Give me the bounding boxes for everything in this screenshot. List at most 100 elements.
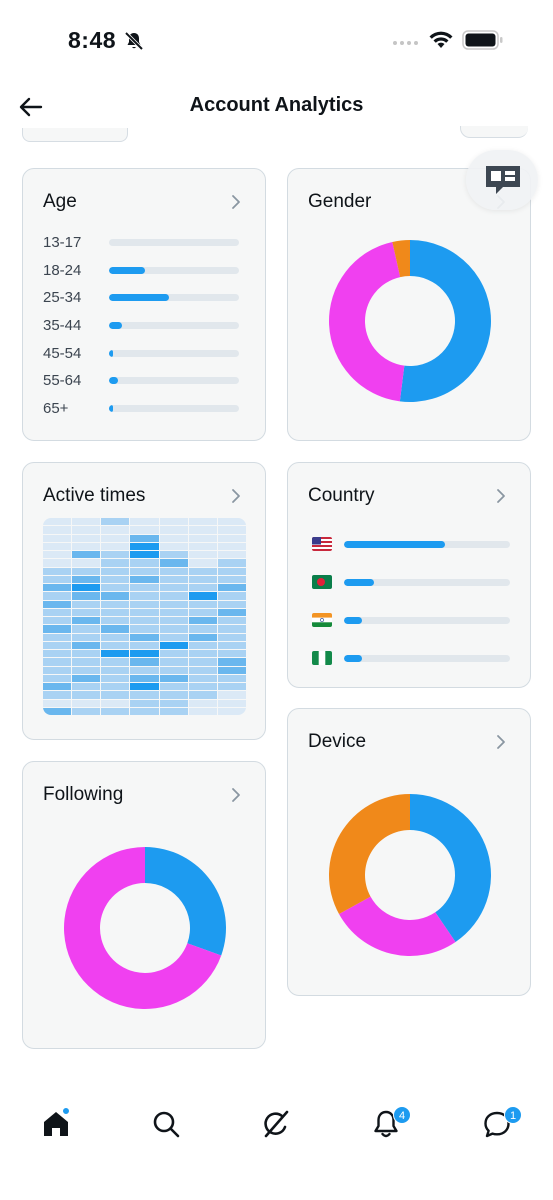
age-card[interactable]: Age 13-17 18-24 25-34 35-44 45-54 55-64 65+	[22, 168, 266, 441]
heatmap-cell	[188, 674, 217, 682]
feedback-button[interactable]	[466, 150, 538, 210]
age-range-label: 18-24	[43, 261, 82, 279]
chevron-right-icon	[497, 489, 505, 503]
heatmap-cell	[101, 567, 130, 575]
country-bar-fill	[344, 654, 363, 662]
heatmap-cell	[217, 567, 246, 575]
heatmap-cell	[43, 575, 72, 583]
heatmap-cell	[159, 625, 188, 633]
heatmap-cell	[130, 666, 159, 674]
heatmap-cell	[72, 699, 101, 707]
age-range-label: 25-34	[43, 289, 82, 307]
us-flag	[312, 537, 332, 551]
heatmap-cell	[43, 650, 72, 658]
heatmap-cell	[43, 633, 72, 641]
country-bar-fill	[344, 578, 374, 586]
heatmap-cell	[101, 674, 130, 682]
heatmap-cell	[217, 518, 246, 526]
heatmap-cell	[130, 699, 159, 707]
active-times-heatmap	[43, 518, 246, 715]
cellular-signal-icon	[393, 41, 418, 45]
heatmap-cell	[43, 683, 72, 691]
heatmap-cell	[188, 707, 217, 715]
heatmap-cell	[217, 625, 246, 633]
country-card[interactable]: Country	[287, 462, 531, 688]
heatmap-cell	[72, 592, 101, 600]
heatmap-cell	[217, 650, 246, 658]
search-icon[interactable]	[150, 1108, 182, 1140]
age-bar-fill	[109, 322, 122, 330]
age-distribution-list: 13-17 18-24 25-34 35-44 45-54 55-64 65+	[43, 229, 243, 422]
heatmap-cell	[101, 526, 130, 534]
heatmap-cell	[217, 707, 246, 715]
heatmap-cell	[188, 658, 217, 666]
age-row: 65+	[43, 395, 243, 423]
heatmap-cell	[130, 625, 159, 633]
page-title: Account Analytics	[189, 94, 364, 116]
heatmap-cell	[217, 641, 246, 649]
heatmap-cell	[43, 542, 72, 550]
card-peek-right	[460, 126, 528, 138]
active-times-card[interactable]: Active times	[22, 462, 266, 740]
heatmap-cell	[43, 526, 72, 534]
age-row: 25-34	[43, 284, 243, 312]
heatmap-cell	[43, 559, 72, 567]
country-distribution-list	[312, 525, 512, 677]
age-row: 45-54	[43, 339, 243, 367]
home-notification-dot	[62, 1107, 70, 1115]
heatmap-cell	[72, 542, 101, 550]
age-bar-track	[109, 404, 239, 412]
following-card[interactable]: Following	[22, 761, 266, 1049]
heatmap-cell	[72, 559, 101, 567]
chevron-right-icon	[497, 735, 505, 749]
heatmap-cell	[43, 567, 72, 575]
heatmap-cell	[101, 518, 130, 526]
heatmap-cell	[159, 608, 188, 616]
heatmap-cell	[188, 641, 217, 649]
following-card-title: Following	[43, 784, 124, 805]
age-card-title: Age	[43, 191, 77, 212]
heatmap-cell	[188, 617, 217, 625]
device-card[interactable]: Device	[287, 708, 531, 996]
heatmap-cell	[43, 707, 72, 715]
heatmap-cell	[159, 542, 188, 550]
heatmap-cell	[217, 542, 246, 550]
heatmap-cell	[188, 691, 217, 699]
heatmap-cell	[159, 584, 188, 592]
heatmap-cell	[72, 658, 101, 666]
heatmap-cell	[72, 691, 101, 699]
heatmap-cell	[188, 633, 217, 641]
status-time: 8:48	[68, 27, 117, 53]
heatmap-cell	[72, 625, 101, 633]
heatmap-cell	[217, 592, 246, 600]
heatmap-cell	[72, 617, 101, 625]
card-peek-left	[22, 128, 128, 142]
heatmap-cell	[43, 666, 72, 674]
heatmap-cell	[43, 641, 72, 649]
heatmap-cell	[159, 666, 188, 674]
heatmap-cell	[130, 592, 159, 600]
heatmap-cell	[188, 600, 217, 608]
heatmap-cell	[101, 633, 130, 641]
heatmap-cell	[130, 584, 159, 592]
heatmap-cell	[217, 551, 246, 559]
heatmap-cell	[188, 575, 217, 583]
age-range-label: 13-17	[43, 234, 82, 252]
heatmap-cell	[43, 625, 72, 633]
heatmap-cell	[130, 658, 159, 666]
heatmap-cell	[72, 575, 101, 583]
heatmap-cell	[188, 551, 217, 559]
heatmap-cell	[130, 691, 159, 699]
heatmap-cell	[159, 691, 188, 699]
heatmap-cell	[159, 707, 188, 715]
heatmap-cell	[101, 625, 130, 633]
heatmap-cell	[72, 641, 101, 649]
grok-icon[interactable]	[260, 1108, 292, 1140]
nigeria-flag	[312, 651, 332, 665]
heatmap-cell	[130, 683, 159, 691]
heatmap-cell	[72, 666, 101, 674]
heatmap-cell	[72, 567, 101, 575]
donut-segment	[328, 241, 405, 402]
heatmap-cell	[130, 534, 159, 542]
heatmap-cell	[101, 658, 130, 666]
